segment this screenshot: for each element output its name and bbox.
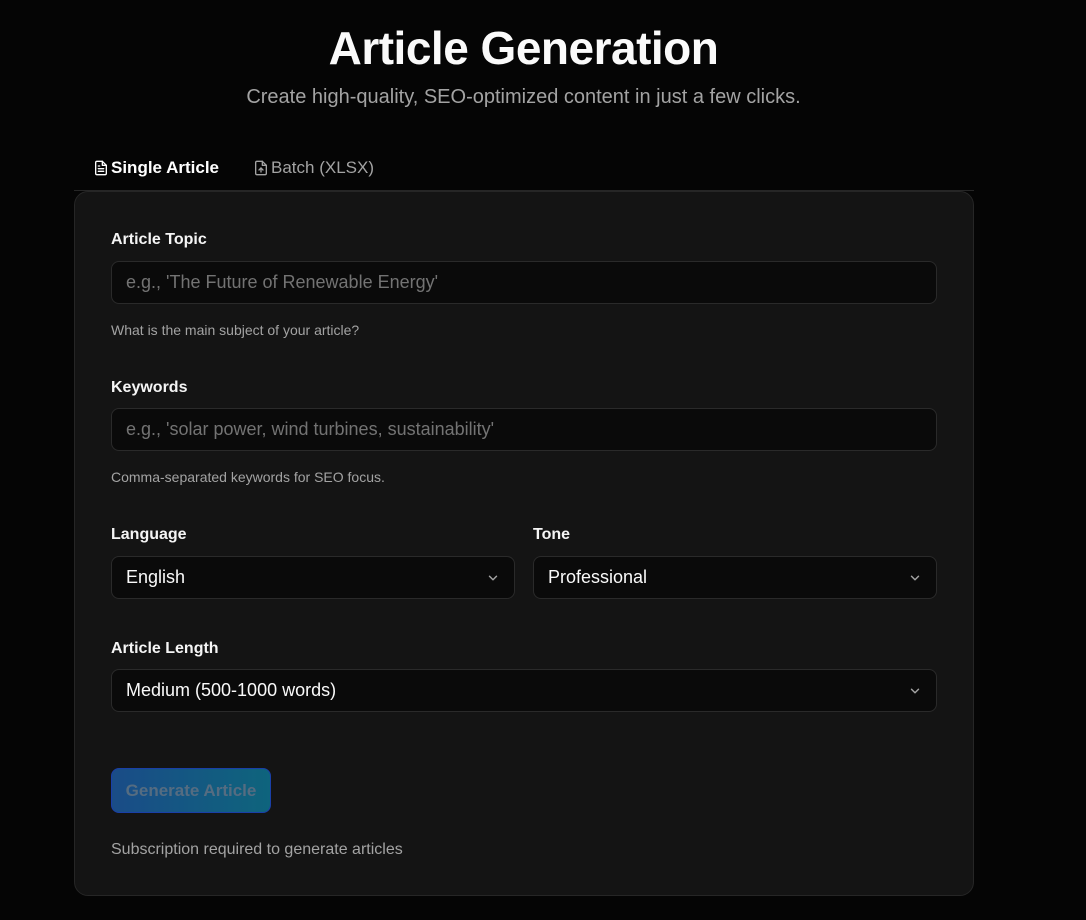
file-text-icon bbox=[95, 160, 107, 176]
tone-label: Tone bbox=[533, 526, 571, 543]
generate-article-button[interactable]: Generate Article bbox=[111, 768, 271, 813]
topic-help: What is the main subject of your article… bbox=[111, 322, 360, 338]
tab-bar: Single Article Batch (XLSX) bbox=[74, 150, 974, 191]
length-select[interactable]: Medium (500-1000 words) bbox=[111, 669, 937, 712]
article-form-card: Article Topic What is the main subject o… bbox=[74, 191, 974, 896]
tab-single-article-label: Single Article bbox=[111, 158, 220, 177]
tab-batch-xlsx-label: Batch (XLSX) bbox=[271, 158, 374, 177]
tone-select[interactable]: Professional bbox=[533, 556, 937, 599]
topic-label: Article Topic bbox=[111, 231, 207, 248]
tab-batch-xlsx[interactable]: Batch (XLSX) bbox=[253, 156, 374, 180]
topic-field bbox=[111, 261, 937, 304]
keywords-help: Comma-separated keywords for SEO focus. bbox=[111, 469, 385, 485]
file-upload-icon bbox=[255, 160, 267, 176]
chevron-down-icon bbox=[910, 688, 920, 693]
page-subtitle: Create high-quality, SEO-optimized conte… bbox=[246, 86, 801, 108]
language-select[interactable]: English bbox=[111, 556, 515, 599]
page: Article Generation Create high-quality, … bbox=[0, 0, 1086, 920]
keywords-field bbox=[111, 408, 937, 451]
length-selected-value: Medium (500-1000 words) bbox=[126, 680, 337, 700]
chevron-down-icon bbox=[910, 575, 920, 580]
tab-single-article[interactable]: Single Article bbox=[93, 156, 219, 180]
chevron-down-icon bbox=[488, 575, 498, 580]
language-label: Language bbox=[111, 526, 187, 543]
keywords-input[interactable] bbox=[112, 409, 936, 450]
length-label: Article Length bbox=[111, 640, 219, 657]
topic-input[interactable] bbox=[112, 262, 936, 303]
subscription-note: Subscription required to generate articl… bbox=[111, 841, 403, 858]
page-title: Article Generation bbox=[328, 22, 719, 74]
keywords-label: Keywords bbox=[111, 379, 188, 396]
language-selected-value: English bbox=[126, 567, 186, 587]
tone-selected-value: Professional bbox=[548, 567, 648, 587]
